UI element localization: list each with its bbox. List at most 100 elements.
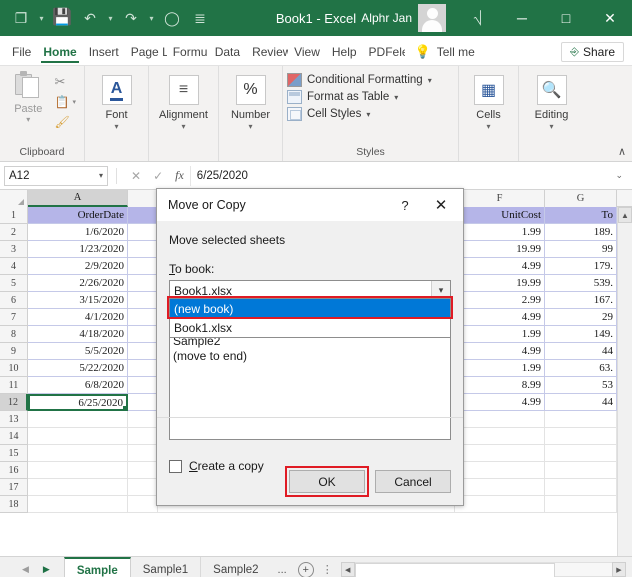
sheet-tab-sample[interactable]: Sample [63,556,131,577]
row-header-4[interactable]: 4 [0,258,28,275]
create-a-copy-row[interactable]: Create a copy [169,459,264,473]
cell-partial-13[interactable] [128,411,158,428]
cell-F17[interactable] [455,479,545,496]
editing-chevron-down-icon[interactable]: ▾ [549,122,553,131]
column-header-a[interactable]: A [28,190,128,207]
sheet-tab-sample2[interactable]: Sample2 [201,557,270,577]
ok-button[interactable]: OK [285,466,369,497]
cell-partial-15[interactable] [128,445,158,462]
cell-G8[interactable]: 149. [545,326,617,343]
cell-G13[interactable] [545,411,617,428]
tell-me-search[interactable]: 💡 Tell me [415,44,475,65]
cell-F13[interactable] [455,411,545,428]
cell-partial-7[interactable] [128,309,158,326]
cell-F2[interactable]: 1.99 [455,224,545,241]
cell-A13[interactable] [28,411,128,428]
cell-G2[interactable]: 189. [545,224,617,241]
cell-partial-5[interactable] [128,275,158,292]
new-sheet-button[interactable]: + [297,561,314,577]
row-header-9[interactable]: 9 [0,343,28,360]
cell-A15[interactable] [28,445,128,462]
cell-F10[interactable]: 1.99 [455,360,545,377]
copy-chevron-down-icon[interactable]: ▾ [72,98,76,106]
column-header-partial-left[interactable] [128,190,158,207]
enter-formula-icon[interactable]: ✓ [153,169,163,183]
row-header-5[interactable]: 5 [0,275,28,292]
editing-button[interactable]: 🔍 Editing ▾ [527,73,576,131]
row-header-15[interactable]: 15 [0,445,28,462]
name-box-chevron-down-icon[interactable]: ▾ [99,171,103,180]
row-header-18[interactable]: 18 [0,496,28,513]
number-chevron-down-icon[interactable]: ▾ [248,122,252,131]
cell-F4[interactable]: 4.99 [455,258,545,275]
cancel-button[interactable]: Cancel [375,470,451,493]
cell-G17[interactable] [545,479,617,496]
hscroll-thumb[interactable] [354,563,556,577]
cell-A9[interactable]: 5/5/2020 [28,343,128,360]
share-button[interactable]: ⎆ Share [561,42,624,62]
sheet-tabs-overflow[interactable]: ... [271,564,294,576]
create-a-copy-checkbox[interactable] [169,459,182,473]
row-header-17[interactable]: 17 [0,479,28,496]
row-header-11[interactable]: 11 [0,377,28,394]
account-area[interactable]: Alphr Jan [361,0,446,36]
cell-partial-8[interactable] [128,326,158,343]
cell-G12[interactable]: 44 [545,394,617,411]
row-header-12[interactable]: 12 [0,394,28,411]
tab-pdfelement[interactable]: PDFele [363,41,405,65]
horizontal-scrollbar[interactable]: ◀ ▶ [340,562,632,577]
copy-button[interactable]: 📋 ▾ [55,93,76,111]
cell-A5[interactable]: 2/26/2020 [28,275,128,292]
close-button[interactable]: ✕ [588,0,632,36]
cell-partial-17[interactable] [128,479,158,496]
format-as-table-chevron-down-icon[interactable]: ▾ [394,93,398,102]
cell-A16[interactable] [28,462,128,479]
save-icon[interactable]: 💾 [49,5,75,31]
cell-A7[interactable]: 4/1/2020 [28,309,128,326]
cell-G6[interactable]: 167. [545,292,617,309]
dropdown-option-new-book[interactable]: (new book) [170,299,450,318]
cell-partial-10[interactable] [128,360,158,377]
select-all-corner[interactable] [0,190,28,207]
cut-button[interactable]: ✂ [55,73,76,91]
cell-A18[interactable] [28,496,128,513]
avatar[interactable] [418,4,446,32]
cancel-formula-icon[interactable]: ✕ [131,169,141,183]
column-header-f[interactable]: F [455,190,545,207]
row-header-13[interactable]: 13 [0,411,28,428]
row-header-6[interactable]: 6 [0,292,28,309]
cell-A11[interactable]: 6/8/2020 [28,377,128,394]
row-header-8[interactable]: 8 [0,326,28,343]
paste-button[interactable]: Paste ▾ [6,71,51,124]
customize-qat-icon[interactable]: ≣ [187,5,213,31]
tab-insert[interactable]: Insert [83,41,125,65]
undo-chevron-down-icon[interactable]: ▾ [105,14,116,23]
alignment-button[interactable]: ≡ Alignment ▾ [157,73,210,131]
cell-G5[interactable]: 539. [545,275,617,292]
autosave-icon[interactable]: ❐ [8,5,34,31]
cells-chevron-down-icon[interactable]: ▾ [486,122,490,131]
scroll-right-button[interactable]: ▶ [612,562,626,577]
cell-F1[interactable]: UnitCost [455,207,545,224]
conditional-formatting-chevron-down-icon[interactable]: ▾ [428,76,432,85]
dropdown-option-book1[interactable]: Book1.xlsx [170,318,450,337]
ribbon-display-options-icon[interactable]: ⎷ [456,0,500,36]
cell-F7[interactable]: 4.99 [455,309,545,326]
cell-F6[interactable]: 2.99 [455,292,545,309]
cell-A8[interactable]: 4/18/2020 [28,326,128,343]
cells-button[interactable]: ▦ Cells ▾ [467,73,510,131]
expand-formula-bar-icon[interactable]: ⌄ [610,170,628,181]
cell-partial-2[interactable] [128,224,158,241]
tab-home[interactable]: Home [37,41,82,65]
cell-styles-chevron-down-icon[interactable]: ▾ [366,110,370,119]
cell-partial-11[interactable] [128,377,158,394]
column-header-g[interactable]: G [545,190,617,207]
number-button[interactable]: % Number ▾ [227,73,274,131]
cell-G15[interactable] [545,445,617,462]
list-item[interactable]: (move to end) [173,349,450,364]
tab-help[interactable]: Help [326,41,363,65]
cell-styles-button[interactable]: Cell Styles ▾ [287,107,432,121]
format-painter-button[interactable]: 🖌 [55,113,76,131]
cell-partial-12[interactable] [128,394,158,411]
cell-partial-16[interactable] [128,462,158,479]
